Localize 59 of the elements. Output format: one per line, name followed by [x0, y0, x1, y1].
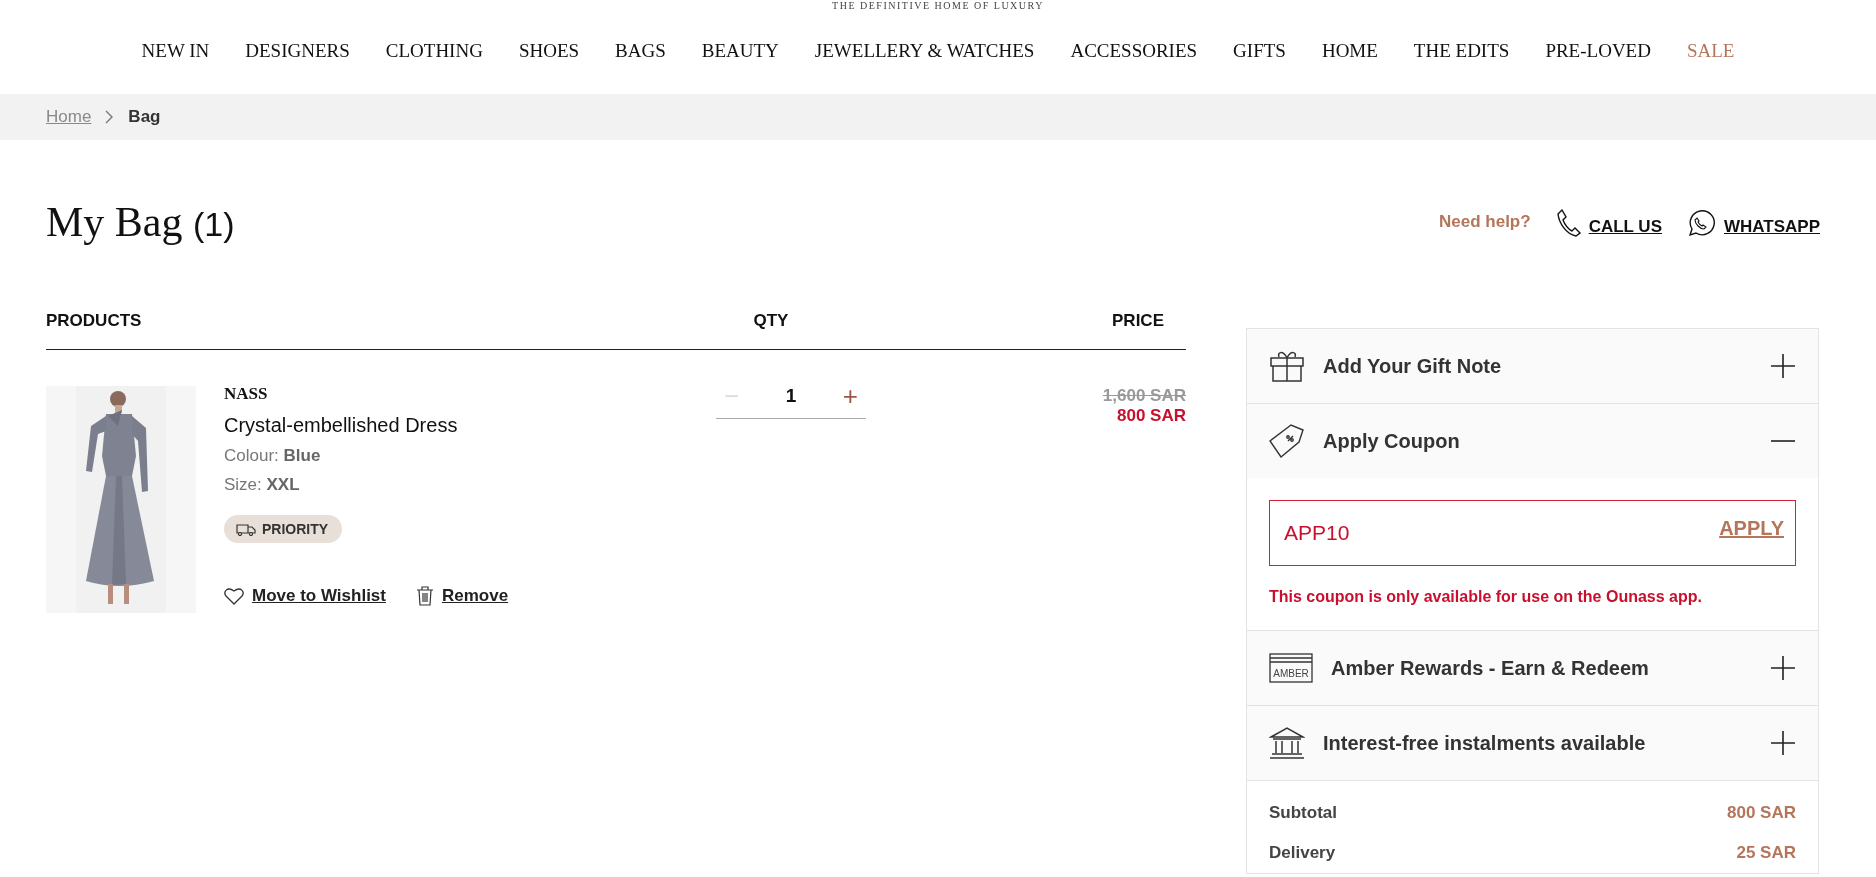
nav-link[interactable]: ACCESSORIES	[1070, 40, 1198, 62]
increase-button[interactable]: +	[834, 380, 866, 412]
nav-link[interactable]: SALE	[1686, 40, 1735, 62]
call-link[interactable]: CALL US	[1556, 207, 1662, 237]
accordion-header[interactable]: AMBER Amber Rewards - Earn & Redeem	[1247, 631, 1818, 705]
page-title: My Bag (1)	[46, 198, 235, 246]
nav-link[interactable]: NEW IN	[141, 40, 210, 62]
nav-link[interactable]: BEAUTY	[701, 40, 779, 62]
colour-label: Colour: Blue	[224, 446, 321, 466]
chevron-right-icon	[105, 110, 115, 124]
sale-price: 800 SAR	[1117, 406, 1186, 426]
nav-link[interactable]: GIFTS	[1233, 40, 1286, 62]
expand-icon[interactable]	[1770, 353, 1796, 379]
column-header: PRODUCTS	[46, 310, 143, 331]
priority-badge: PRIORITY	[224, 515, 343, 543]
whatsapp-link[interactable]: WHATSAPP	[1686, 207, 1820, 237]
section-title: Amber Rewards - Earn & Redeem	[1331, 656, 1650, 680]
quantity-value: 1	[785, 385, 797, 407]
bank-icon	[1269, 726, 1305, 760]
nav-link[interactable]: DESIGNERS	[245, 40, 350, 62]
nav-link[interactable]: THE EDITS	[1413, 40, 1510, 62]
chat-phone-icon	[1686, 209, 1716, 237]
total-label: Subtotal	[1269, 803, 1337, 823]
product-name: Crystal-embellished Dress	[224, 414, 458, 437]
breadcrumb-current: Bag	[128, 107, 161, 127]
help-label: Need help?	[1439, 212, 1531, 232]
accordion-header[interactable]: Add Your Gift Note	[1247, 329, 1818, 403]
trash-icon	[415, 586, 434, 606]
heart-icon	[224, 587, 244, 605]
nav-link[interactable]: JEWELLERY & WATCHES	[814, 40, 1035, 62]
phone-icon	[1556, 209, 1581, 237]
expand-icon[interactable]	[1770, 655, 1796, 681]
wishlist-link[interactable]: Move to Wishlist	[224, 586, 386, 606]
original-price: 1,600 SAR	[1102, 386, 1186, 406]
rewards-card-icon: AMBER	[1269, 653, 1313, 683]
brand-name: NASS	[224, 384, 268, 404]
error-message: This coupon is only available for use on the Ounass app.	[1269, 588, 1703, 606]
nav-link[interactable]: CLOTHING	[385, 40, 483, 62]
nav-link[interactable]: SHOES	[518, 40, 580, 62]
section-title: Add Your Gift Note	[1323, 354, 1503, 378]
total-value: 25 SAR	[1736, 843, 1796, 863]
nav-link[interactable]: HOME	[1321, 40, 1378, 62]
tagline: THE DEFINITIVE HOME OF LUXURY	[831, 0, 1045, 13]
accordion-header[interactable]: Apply Coupon	[1247, 404, 1818, 478]
section-title: Interest-free instalments available	[1323, 731, 1647, 755]
accordion-header[interactable]: Interest-free instalments available	[1247, 706, 1818, 780]
remove-link[interactable]: Remove	[415, 586, 509, 606]
section-title: Apply Coupon	[1323, 429, 1461, 453]
size-label: Size: XXL	[224, 475, 300, 495]
column-header: QTY	[752, 310, 790, 331]
truck-icon	[236, 522, 256, 536]
apply-button[interactable]: APPLY	[1719, 517, 1784, 540]
nav-link[interactable]: BAGS	[615, 40, 666, 62]
total-label: Delivery	[1269, 843, 1336, 863]
expand-icon[interactable]	[1770, 730, 1796, 756]
nav-link[interactable]: PRE-LOVED	[1545, 40, 1651, 62]
total-value: 800 SAR	[1727, 803, 1796, 823]
tag-icon	[1269, 424, 1305, 458]
column-header: PRICE	[1111, 310, 1165, 331]
